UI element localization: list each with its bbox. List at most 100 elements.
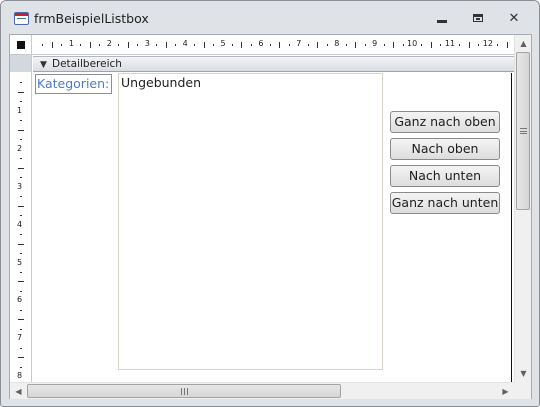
- ruler-number: 3: [17, 181, 23, 191]
- move-to-bottom-button[interactable]: Ganz nach unten: [390, 192, 500, 214]
- categories-listbox[interactable]: Ungebunden: [118, 73, 383, 370]
- ruler-number: 7: [17, 333, 23, 343]
- ruler-tick: [18, 281, 24, 283]
- section-header-detail[interactable]: ▼ Detailbereich: [33, 56, 514, 72]
- scroll-down-button[interactable]: ▼: [515, 365, 532, 382]
- section-label: Detailbereich: [52, 58, 122, 70]
- horizontal-ruler[interactable]: 1 2 3 4 5 6 7 8 9 10 11 12: [32, 35, 514, 55]
- ruler-tick: [61, 44, 63, 46]
- ruler-tick: [383, 44, 385, 46]
- ruler-tick: [430, 42, 432, 48]
- window-title: frmBeispielListbox: [34, 11, 149, 26]
- close-icon: ✕: [508, 11, 520, 26]
- form-width-edge[interactable]: [511, 73, 512, 382]
- form-window: frmBeispielListbox ✕ 1 2 3 4 5 6 7 8 9 10 11 12 123…: [0, 0, 540, 407]
- ruler-tick: [20, 120, 22, 122]
- scroll-right-button[interactable]: ▶: [497, 383, 514, 400]
- ruler-number: 5: [17, 257, 23, 267]
- ruler-tick: [18, 167, 24, 169]
- design-view: 1 2 3 4 5 6 7 8 9 10 11 12 12345678 ▼ Detailbereich…: [9, 34, 532, 399]
- ruler-tick: [165, 42, 167, 48]
- move-up-button[interactable]: Nach oben: [390, 138, 500, 160]
- ruler-tick: [20, 253, 22, 255]
- ruler-tick: [20, 177, 22, 179]
- grip-icon: [520, 128, 527, 134]
- ruler-number: 6: [258, 39, 264, 48]
- ruler-tick: [250, 44, 252, 46]
- ruler-number: 4: [17, 219, 23, 229]
- move-down-button[interactable]: Nach unten: [390, 165, 500, 187]
- ruler-tick: [194, 44, 196, 46]
- categories-label[interactable]: Kategorien:: [35, 74, 112, 94]
- ruler-number: 11: [444, 39, 456, 48]
- ruler-tick: [440, 44, 442, 46]
- listbox-unbound-text: Ungebunden: [121, 75, 202, 90]
- ruler-tick: [364, 44, 366, 46]
- grip-icon: [181, 388, 188, 395]
- vertical-scroll-thumb[interactable]: [516, 52, 530, 210]
- vertical-ruler-section-band: [10, 55, 31, 72]
- move-to-top-button[interactable]: Ganz nach oben: [390, 111, 500, 133]
- vertical-ruler[interactable]: 1 2 3 4 5 6 7 8: [10, 55, 32, 382]
- form-selector-icon: [17, 41, 25, 49]
- minimize-icon: [437, 20, 447, 23]
- ruler-tick: [345, 44, 347, 46]
- ruler-tick: [18, 205, 24, 207]
- ruler-tick: [355, 42, 357, 48]
- ruler-tick: [18, 357, 24, 359]
- ruler-tick: [20, 271, 22, 273]
- ruler-tick: [118, 44, 120, 46]
- ruler-tick: [20, 101, 22, 103]
- ruler-tick: [18, 129, 24, 131]
- minimize-button[interactable]: [429, 10, 455, 28]
- ruler-tick: [402, 44, 404, 46]
- close-button[interactable]: ✕: [501, 10, 527, 28]
- ruler-tick: [18, 243, 24, 245]
- detail-section[interactable]: Kategorien: Ungebunden Ganz nach oben Na…: [33, 73, 514, 382]
- ruler-tick: [288, 44, 290, 46]
- ruler-number: 2: [106, 39, 112, 48]
- maximize-button[interactable]: [465, 10, 491, 28]
- form-icon: [14, 12, 29, 25]
- maximize-icon: [473, 14, 483, 22]
- ruler-tick: [20, 366, 22, 368]
- ruler-number: 3: [144, 39, 150, 48]
- ruler-tick: [51, 42, 53, 48]
- ruler-tick: [20, 158, 22, 160]
- ruler-tick: [42, 44, 44, 46]
- horizontal-scrollbar[interactable]: ◀ ▶: [10, 382, 514, 399]
- ruler-tick: [393, 42, 395, 48]
- ruler-number: 1: [17, 105, 23, 115]
- ruler-tick: [137, 44, 139, 46]
- ruler-tick: [241, 42, 243, 48]
- ruler-tick: [20, 234, 22, 236]
- ruler-number: 2: [17, 143, 23, 153]
- horizontal-scroll-thumb[interactable]: [27, 384, 341, 398]
- ruler-tick: [175, 44, 177, 46]
- ruler-number: 4: [182, 39, 188, 48]
- ruler-tick: [80, 44, 82, 46]
- ruler-tick: [213, 44, 215, 46]
- form-selector[interactable]: [10, 35, 32, 55]
- ruler-tick: [459, 44, 461, 46]
- ruler-tick: [307, 44, 309, 46]
- ruler-tick: [20, 309, 22, 311]
- ruler-tick: [20, 215, 22, 217]
- ruler-tick: [326, 44, 328, 46]
- ruler-tick: [127, 42, 129, 48]
- vertical-scrollbar[interactable]: ▲ ▼: [514, 35, 531, 382]
- ruler-tick: [421, 44, 423, 46]
- ruler-tick: [20, 290, 22, 292]
- ruler-number: 7: [296, 39, 302, 48]
- ruler-tick: [20, 347, 22, 349]
- ruler-number: 8: [17, 371, 23, 381]
- ruler-tick: [156, 44, 158, 46]
- scroll-left-button[interactable]: ◀: [10, 383, 27, 400]
- ruler-tick: [497, 44, 499, 46]
- ruler-tick: [18, 91, 24, 93]
- size-box: [514, 382, 531, 399]
- title-bar[interactable]: frmBeispielListbox ✕: [1, 1, 539, 35]
- scroll-up-button[interactable]: ▲: [515, 35, 532, 52]
- ruler-number: 8: [334, 39, 340, 48]
- ruler-tick: [317, 42, 319, 48]
